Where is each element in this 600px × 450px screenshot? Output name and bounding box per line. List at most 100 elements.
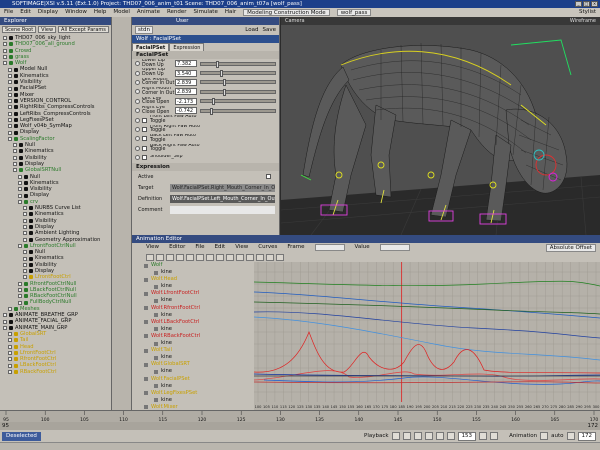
tool-button[interactable] <box>256 253 264 261</box>
expand-toggle-icon[interactable] <box>18 281 22 286</box>
definition-field[interactable]: Wolf.FacialPSet.Left_Mouth_Corner_In_Out <box>170 194 275 203</box>
target-field[interactable]: Wolf.FacialPSet.Right_Mouth_Corner_In_Ou… <box>170 183 275 192</box>
expand-toggle-icon[interactable] <box>18 199 22 204</box>
channel-item[interactable]: kine <box>132 383 250 390</box>
menu-simulate[interactable]: Simulate <box>194 8 218 17</box>
animation-label[interactable]: Animation <box>509 433 537 439</box>
section-expression[interactable]: Expression <box>132 163 279 172</box>
animation-key-icon[interactable] <box>135 136 140 142</box>
expand-toggle-icon[interactable] <box>18 300 22 305</box>
absolute-offset-select[interactable]: Absolute Offset <box>545 243 596 252</box>
tool-button[interactable] <box>196 253 204 261</box>
expand-toggle-icon[interactable] <box>8 136 12 141</box>
slider-knob[interactable] <box>223 88 227 96</box>
key-options-button[interactable] <box>566 432 575 440</box>
menu-model[interactable]: Model <box>113 8 130 17</box>
animation-key-icon[interactable] <box>135 126 140 132</box>
tree-item[interactable]: RBackFootCtrl <box>0 369 111 375</box>
channel-item[interactable]: kine <box>132 283 250 290</box>
viewport-display-mode[interactable]: Wireframe <box>570 17 600 25</box>
channel-item[interactable]: Wolf.LfrontFootCtrl <box>132 290 250 297</box>
channel-item[interactable]: kine <box>132 340 250 347</box>
animation-key-icon[interactable] <box>135 89 140 95</box>
comment-field[interactable] <box>170 205 275 214</box>
expand-toggle-icon[interactable] <box>8 344 12 349</box>
expand-toggle-icon[interactable] <box>8 105 12 110</box>
expand-toggle-icon[interactable] <box>8 118 12 122</box>
slider-knob[interactable] <box>223 79 227 87</box>
auto-key-label[interactable]: auto <box>551 433 563 439</box>
maximize-button[interactable]: □ <box>583 1 590 7</box>
expand-toggle-icon[interactable] <box>18 187 22 192</box>
expand-toggle-icon[interactable] <box>13 143 17 148</box>
param-value-field[interactable]: 2.839 <box>175 78 197 86</box>
filter-button[interactable]: All Except Params <box>58 26 109 33</box>
expand-toggle-icon[interactable] <box>3 61 7 66</box>
expand-toggle-icon[interactable] <box>8 73 12 78</box>
expand-toggle-icon[interactable] <box>8 338 12 343</box>
expand-toggle-icon[interactable] <box>8 80 12 85</box>
param-slider[interactable] <box>200 70 276 78</box>
param-value-field[interactable]: -2.173 <box>175 97 197 105</box>
tool-button[interactable] <box>246 253 254 261</box>
expand-toggle-icon[interactable] <box>18 174 22 179</box>
toggle-checkbox[interactable] <box>142 126 147 132</box>
tool-button[interactable] <box>176 253 184 261</box>
animation-key-icon[interactable] <box>135 70 140 76</box>
end-frame-field[interactable]: 172 <box>577 431 596 441</box>
ae-menu-view2[interactable]: View <box>235 243 248 252</box>
channel-item[interactable]: Wolf.RfrontFootCtrl <box>132 305 250 312</box>
expand-toggle-icon[interactable] <box>8 363 12 368</box>
first-frame-button[interactable] <box>391 432 400 440</box>
expand-toggle-icon[interactable] <box>8 99 12 104</box>
user-tab[interactable]: User <box>176 17 189 25</box>
expand-toggle-icon[interactable] <box>3 319 7 324</box>
timeline-ruler[interactable]: 95 100 105 110 115 120 125 130 135 140 145 150 155 16… <box>0 411 600 423</box>
slider-knob[interactable] <box>215 60 219 68</box>
expand-toggle-icon[interactable] <box>18 193 22 198</box>
expand-toggle-icon[interactable] <box>8 67 12 72</box>
expand-toggle-icon[interactable] <box>8 357 12 362</box>
channel-item[interactable]: Wolf.LBackFootCtrl <box>132 319 250 326</box>
channel-item[interactable]: Wolf <box>132 262 250 269</box>
channel-item[interactable]: kine <box>132 312 250 319</box>
expand-toggle-icon[interactable] <box>13 162 17 167</box>
range-start[interactable]: 95 <box>2 423 9 429</box>
expand-toggle-icon[interactable] <box>8 130 12 135</box>
channel-item[interactable]: kine <box>132 397 250 404</box>
slider-knob[interactable] <box>209 107 213 115</box>
menu-help[interactable]: Help <box>94 8 107 17</box>
param-slider[interactable] <box>200 60 276 68</box>
current-frame-field[interactable]: 153 <box>457 431 477 441</box>
construction-mode-select[interactable]: Modeling Construction Mode <box>243 9 330 16</box>
slider-knob[interactable] <box>219 70 223 78</box>
viewport-camera-label[interactable]: Camera <box>285 17 305 25</box>
animation-key-icon[interactable] <box>135 145 140 151</box>
expand-toggle-icon[interactable] <box>3 55 7 60</box>
menu-hair[interactable]: Hair <box>225 8 236 17</box>
expand-toggle-icon[interactable] <box>23 262 27 267</box>
param-value-field[interactable]: -0.742 <box>175 107 197 115</box>
active-checkbox[interactable] <box>266 174 271 180</box>
playback-label[interactable]: Playback <box>364 433 389 439</box>
toggle-checkbox[interactable] <box>142 145 147 151</box>
animation-key-icon[interactable] <box>135 61 140 67</box>
expand-toggle-icon[interactable] <box>13 155 17 160</box>
expand-toggle-icon[interactable] <box>18 294 22 299</box>
loop-button[interactable] <box>479 432 488 440</box>
toggle-checkbox[interactable] <box>142 136 147 142</box>
expand-toggle-icon[interactable] <box>8 111 12 116</box>
tab-expression[interactable]: Expression <box>169 43 205 51</box>
channel-item[interactable]: kine <box>132 354 250 361</box>
range-end[interactable]: 172 <box>588 423 599 429</box>
expand-toggle-icon[interactable] <box>8 369 12 374</box>
prev-key-button[interactable] <box>402 432 411 440</box>
tool-button[interactable] <box>216 253 224 261</box>
ae-menu-curves[interactable]: Curves <box>258 243 277 252</box>
expand-toggle-icon[interactable] <box>23 218 27 223</box>
expand-toggle-icon[interactable] <box>8 92 12 97</box>
tool-button[interactable] <box>226 253 234 261</box>
tool-button[interactable] <box>236 253 244 261</box>
channel-item[interactable]: Wolf.GlobalSRT <box>132 361 250 368</box>
timeline[interactable]: 95 100 105 110 115 120 125 130 135 140 145 150 155 16… <box>0 410 600 431</box>
